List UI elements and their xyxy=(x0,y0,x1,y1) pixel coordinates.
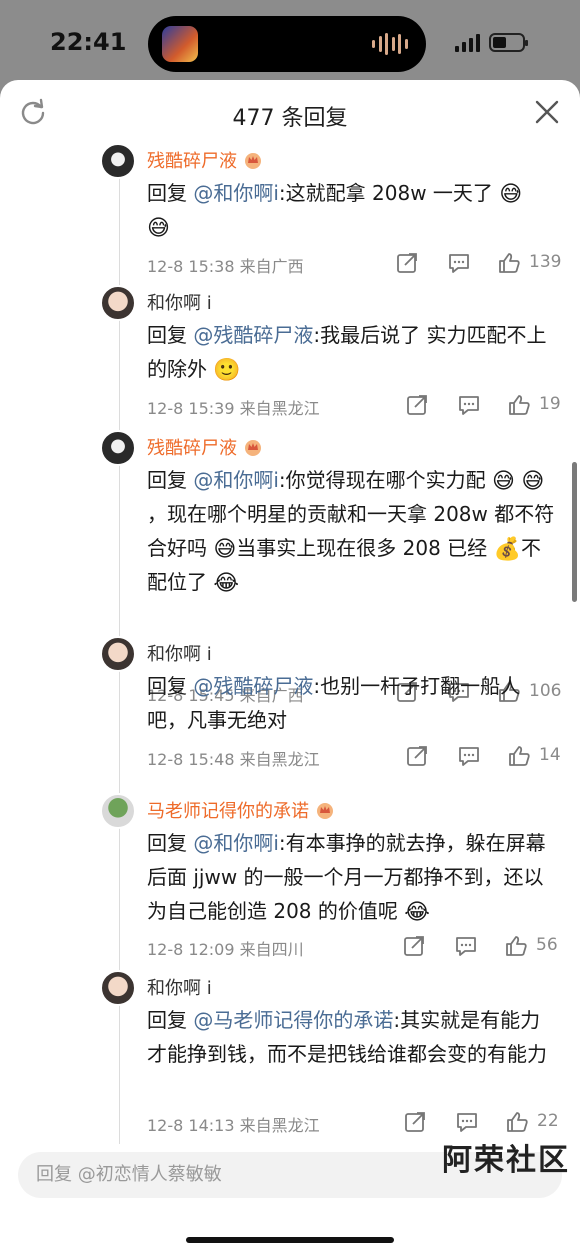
avatar[interactable] xyxy=(100,636,136,672)
mention-link[interactable]: @马老师记得你的承诺 xyxy=(193,1008,393,1032)
like-count: 19 xyxy=(539,394,561,414)
sweat-emoji: 😅 xyxy=(521,468,545,494)
mention-link[interactable]: @和你啊i xyxy=(193,831,279,855)
sweat-emoji: 😅 xyxy=(492,468,515,494)
mention-link[interactable]: @和你啊i xyxy=(193,468,279,492)
comment-meta: 12-8 12:09 来自四川 xyxy=(147,940,304,959)
like-icon[interactable] xyxy=(507,744,531,768)
smile-emoji: 🙂 xyxy=(213,357,241,383)
comment-icon[interactable] xyxy=(455,1110,479,1134)
comment-meta: 12-8 15:39 来自黑龙江 xyxy=(147,399,320,418)
comment-body: 回复 @残酷碎尸液:也别一杆子打翻一船人吧，凡事无绝对 xyxy=(147,674,521,732)
comment-author[interactable]: 残酷碎尸液 xyxy=(147,434,263,460)
comment-actions: 22 xyxy=(403,1110,573,1136)
share-icon[interactable] xyxy=(405,393,429,417)
comment-actions: 19 xyxy=(405,393,575,419)
comment-body: 回复 @残酷碎尸液:我最后说了 实力匹配不上的除外 🙂 xyxy=(147,323,547,383)
comment-body: 回复 @和你啊i:你觉得现在哪个实力配 😅 😅，现在哪个明星的贡献和一天拿 20… xyxy=(147,468,555,596)
home-indicator[interactable] xyxy=(186,1237,394,1243)
comment-actions: 14 xyxy=(405,744,575,770)
audio-waveform-icon xyxy=(372,32,408,56)
comment-meta: 12-8 15:48 来自黑龙江 xyxy=(147,750,320,769)
mention-link[interactable]: @和你啊i xyxy=(193,181,279,205)
tears-of-joy-emoji: 😂 xyxy=(404,899,430,925)
signal-icon xyxy=(455,34,483,52)
scrollbar[interactable] xyxy=(572,462,577,602)
comment-author[interactable]: 和你啊 i xyxy=(147,974,212,1000)
share-icon[interactable] xyxy=(405,744,429,768)
replies-sheet: 477 条回复 残酷碎尸液 回复 @和你啊i:这就配拿 208w 一天了 😅 😅… xyxy=(0,80,580,1257)
like-icon[interactable] xyxy=(497,251,521,275)
like-icon[interactable] xyxy=(504,934,528,958)
like-count: 139 xyxy=(529,252,562,272)
crown-icon xyxy=(245,153,261,169)
watermark: 阿荣社区 xyxy=(442,1143,570,1178)
comment-author[interactable]: 马老师记得你的承诺 xyxy=(147,797,335,823)
like-count: 22 xyxy=(537,1111,559,1131)
comment-author[interactable]: 残酷碎尸液 xyxy=(147,147,263,173)
comment-icon[interactable] xyxy=(457,744,481,768)
comment-icon[interactable] xyxy=(454,934,478,958)
sheet-header: 477 条回复 xyxy=(0,80,580,142)
comment-actions: 139 xyxy=(395,251,565,277)
status-bar: 22:41 xyxy=(0,0,580,84)
status-time: 22:41 xyxy=(50,28,127,56)
comment-body: 回复 @和你啊i:有本事挣的就去挣，躲在屏幕后面 jjww 的一般一个月一万都挣… xyxy=(147,831,546,925)
avatar[interactable] xyxy=(100,143,136,179)
tears-of-joy-emoji: 😂 xyxy=(213,570,240,596)
like-icon[interactable] xyxy=(507,393,531,417)
sweat-emoji: 😅 xyxy=(147,215,170,241)
comment-body: 回复 @和你啊i:这就配拿 208w 一天了 😅 😅 xyxy=(147,181,523,241)
sweat-emoji: 😅 xyxy=(499,181,523,207)
mention-link[interactable]: @残酷碎尸液 xyxy=(193,323,313,347)
like-icon[interactable] xyxy=(505,1110,529,1134)
like-count: 14 xyxy=(539,745,561,765)
avatar[interactable] xyxy=(100,285,136,321)
comment-meta: 12-8 14:13 来自黑龙江 xyxy=(147,1116,320,1135)
sweat-emoji: 😅 xyxy=(213,536,237,562)
avatar[interactable] xyxy=(100,970,136,1006)
share-icon[interactable] xyxy=(403,1110,427,1134)
comment-icon[interactable] xyxy=(457,393,481,417)
comment-icon[interactable] xyxy=(447,251,471,275)
comment-meta: 12-8 15:38 来自广西 xyxy=(147,257,304,276)
comment-author[interactable]: 和你啊 i xyxy=(147,289,212,315)
close-icon[interactable] xyxy=(534,99,560,125)
battery-icon xyxy=(489,33,528,52)
comment-actions: 56 xyxy=(402,934,572,960)
crown-icon xyxy=(317,803,333,819)
dynamic-island xyxy=(148,16,426,72)
money-bag-emoji: 💰 xyxy=(493,536,521,562)
mention-link[interactable]: @残酷碎尸液 xyxy=(193,674,313,698)
comment-body: 回复 @马老师记得你的承诺:其实就是有能力才能挣到钱，而不是把钱给谁都会变的有能… xyxy=(147,1008,547,1066)
now-playing-app-icon xyxy=(162,26,198,62)
crown-icon xyxy=(245,440,261,456)
avatar[interactable] xyxy=(100,793,136,829)
page-title: 477 条回复 xyxy=(232,106,348,131)
share-icon[interactable] xyxy=(395,251,419,275)
avatar[interactable] xyxy=(100,430,136,466)
share-icon[interactable] xyxy=(402,934,426,958)
comment-author[interactable]: 和你啊 i xyxy=(147,640,212,666)
like-count: 56 xyxy=(536,935,558,955)
